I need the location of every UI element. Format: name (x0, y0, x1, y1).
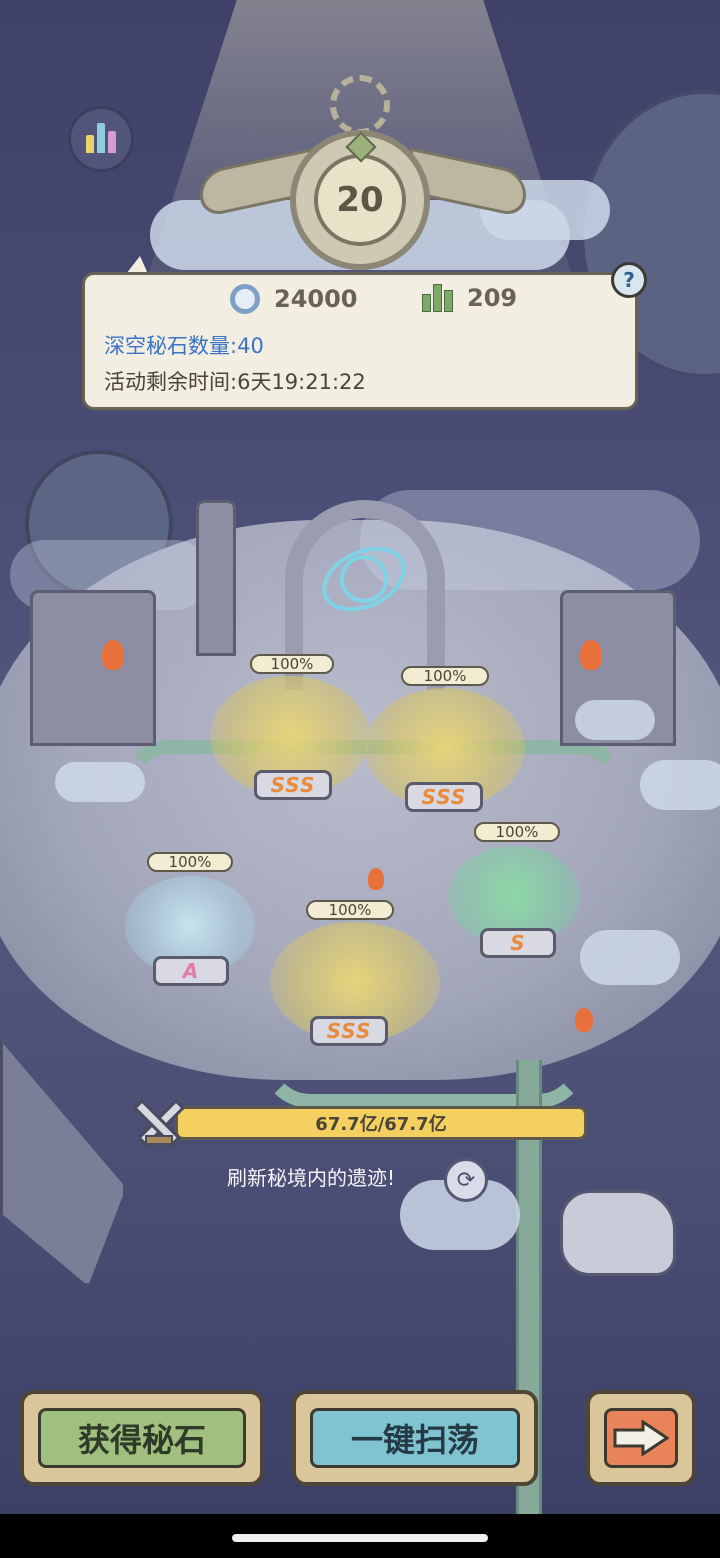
refresh-button[interactable]: ⟳ (444, 1158, 488, 1202)
fire-icon (580, 640, 602, 670)
rank-badge: SSS (405, 782, 483, 812)
cloud (575, 700, 655, 740)
planet-emblem (340, 555, 388, 603)
sweep-label: 一键扫荡 (310, 1408, 520, 1468)
score-amount: 209 (467, 284, 518, 312)
currency-display: 24000 (230, 284, 358, 314)
cloud (580, 930, 680, 985)
stats-bars-icon (86, 123, 116, 153)
currency-amount: 24000 (274, 285, 358, 313)
stats-button[interactable] (68, 106, 134, 172)
stone-count-label: 深空秘石数量: (104, 334, 238, 358)
refresh-ruins-text: 刷新秘境内的遗迹! (227, 1166, 396, 1190)
progress-label: 100% (401, 666, 489, 686)
stone-count-line: 深空秘石数量:40 (104, 330, 264, 360)
time-remaining-value: 6天19:21:22 (237, 370, 366, 394)
score-display: 209 (422, 284, 517, 312)
progress-label: 100% (147, 852, 233, 872)
ruin-node-2[interactable]: 100% SSS (365, 666, 525, 816)
get-stone-button[interactable]: 获得秘石 (20, 1390, 264, 1486)
ruin-node-3[interactable]: 100% A (125, 852, 265, 992)
rank-badge: SSS (254, 770, 332, 800)
progress-label: 100% (306, 900, 394, 920)
rank-badge: SSS (310, 1016, 388, 1046)
home-indicator[interactable] (232, 1534, 488, 1542)
progress-label: 100% (250, 654, 334, 674)
arrow-right-icon (604, 1408, 678, 1468)
ruin-pillar (196, 500, 236, 656)
fire-icon (102, 640, 124, 670)
ruin-node-1[interactable]: 100% SSS (210, 654, 370, 804)
refresh-icon: ⟳ (456, 1167, 476, 1193)
time-remaining-label: 活动剩余时间: (104, 370, 238, 394)
rank-badge: S (480, 928, 556, 958)
swirl-coin-icon (230, 284, 260, 314)
cloud (55, 762, 145, 802)
ruin-pillar (30, 590, 156, 746)
ruin-node-5[interactable]: 100% S (448, 822, 588, 962)
ruin-node-4[interactable]: 100% SSS (270, 900, 440, 1050)
next-button[interactable] (586, 1390, 696, 1486)
level-number: 20 (314, 154, 406, 246)
rank-badge: A (153, 956, 229, 986)
sweep-button[interactable]: 一键扫荡 (292, 1390, 538, 1486)
progress-label: 100% (474, 822, 560, 842)
time-remaining-line: 活动剩余时间:6天19:21:22 (104, 366, 366, 396)
get-stone-label: 获得秘石 (38, 1408, 246, 1468)
bar-chart-icon (422, 284, 453, 312)
medal-crown (330, 75, 390, 135)
stone-count-value: 40 (237, 334, 264, 358)
fire-icon (575, 1008, 593, 1032)
power-value: 67.7亿/67.7亿 (315, 1114, 447, 1135)
crossed-swords-icon (132, 1098, 186, 1147)
power-bar: 67.7亿/67.7亿 (175, 1106, 587, 1140)
cloud (640, 760, 720, 810)
game-scene: 100% SSS 100% SSS 100% A 100% SSS 100% S… (0, 0, 720, 1514)
fire-icon (368, 868, 384, 890)
floating-rock (560, 1190, 676, 1276)
crystal-fragment (0, 1040, 126, 1286)
question-icon[interactable]: ? (611, 262, 647, 298)
